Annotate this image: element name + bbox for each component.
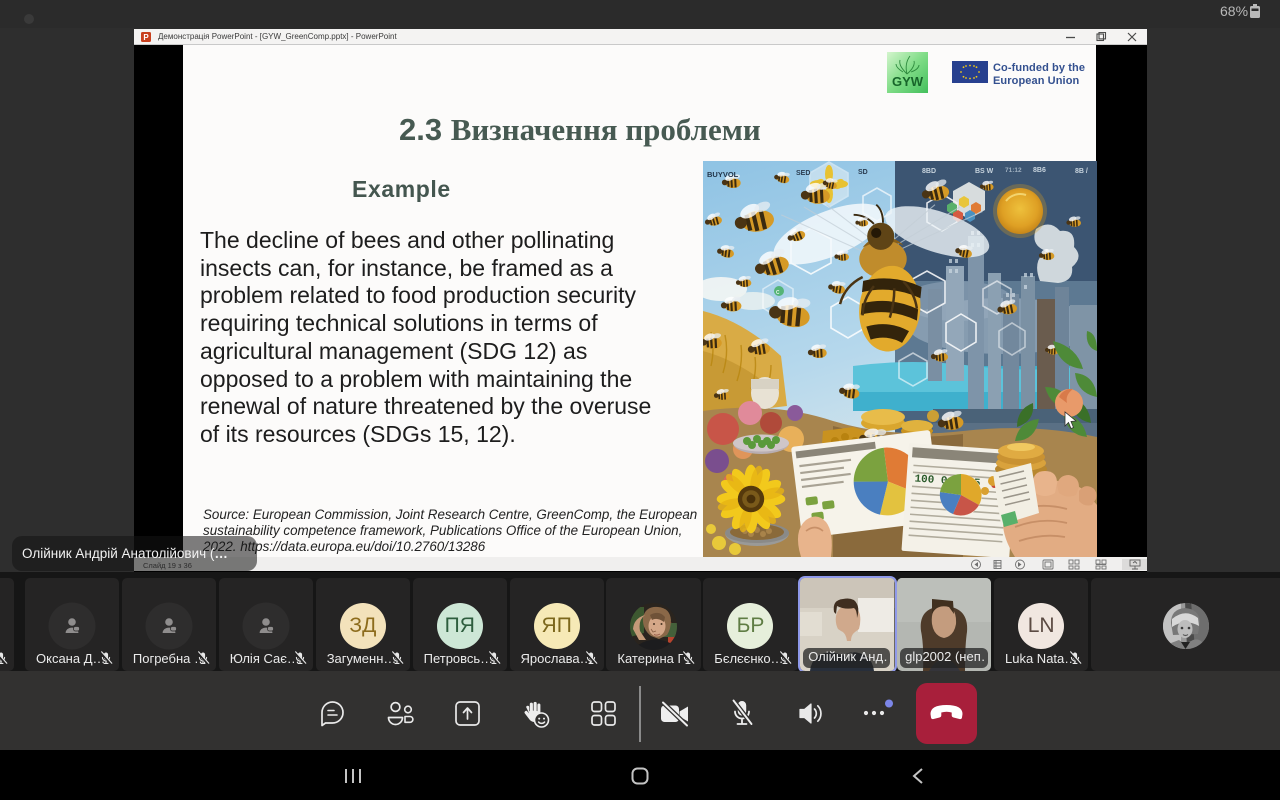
svg-text:SD: SD [858,169,868,176]
svg-text:BS W: BS W [975,168,994,175]
svg-text:8B /: 8B / [1075,168,1088,175]
svg-text:8BD: 8BD [922,168,936,175]
svg-text:SED: SED [796,170,810,177]
svg-text:8B6: 8B6 [1033,167,1046,174]
svg-text:BUYVOL: BUYVOL [707,170,739,179]
svg-text:c: c [776,289,780,296]
svg-text:GYW: GYW [892,74,924,89]
svg-text:P: P [143,33,149,42]
svg-text:71:12: 71:12 [1005,167,1022,174]
